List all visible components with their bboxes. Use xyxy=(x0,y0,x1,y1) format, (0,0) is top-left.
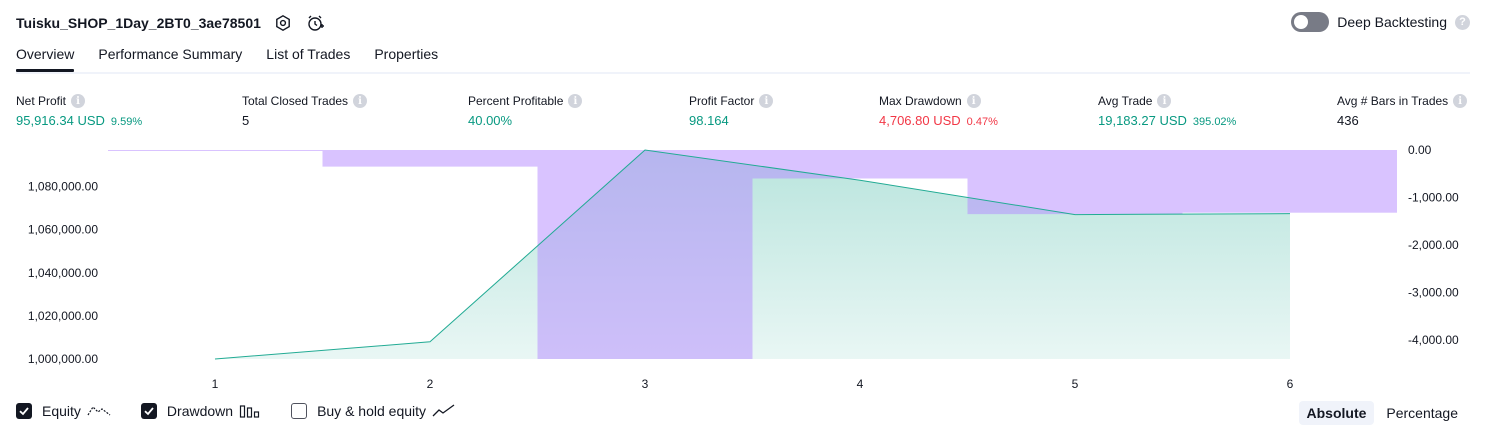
metric-label: Max Drawdown xyxy=(879,94,962,108)
drawdown-bar xyxy=(322,150,538,167)
info-icon[interactable]: i xyxy=(71,94,86,108)
info-icon[interactable]: i xyxy=(759,94,774,108)
metric-label: Avg # Bars in Trades xyxy=(1337,94,1449,108)
toggle-knob xyxy=(1294,15,1309,29)
y-left-tick-label: 1,060,000.00 xyxy=(28,223,98,237)
y-left-tick-label: 1,020,000.00 xyxy=(28,309,98,323)
legend-label: Equity xyxy=(42,403,81,419)
info-icon[interactable]: i xyxy=(966,94,981,108)
metric-value: 5 xyxy=(242,113,250,128)
metric-avg-bars: Avg # Bars in Trades i 436 xyxy=(1337,93,1468,128)
info-icon[interactable]: i xyxy=(568,94,583,108)
metric-label: Avg Trade xyxy=(1098,94,1153,108)
info-icon[interactable]: i xyxy=(353,94,368,108)
metric-value: 19,183.27 USD xyxy=(1098,113,1187,128)
metric-total-closed-trades: Total Closed Trades i 5 xyxy=(242,93,368,128)
deep-backtesting-toggle[interactable] xyxy=(1291,12,1330,32)
metric-profit-factor: Profit Factor i 98.164 xyxy=(689,93,774,128)
y-right-tick-label: 0.00 xyxy=(1408,143,1432,157)
strategy-title: Tuisku_SHOP_1Day_2BT0_3ae78501 xyxy=(16,15,261,31)
help-icon[interactable]: ? xyxy=(1455,14,1470,30)
legend-drawdown[interactable]: Drawdown xyxy=(140,403,261,419)
metric-value: 95,916.34 USD xyxy=(16,113,105,128)
metric-label: Profit Factor xyxy=(689,94,755,108)
metric-percent-profitable: Percent Profitable i 40.00% xyxy=(468,93,583,128)
tab-performance-summary[interactable]: Performance Summary xyxy=(98,46,242,70)
info-icon[interactable]: i xyxy=(1157,94,1172,108)
buy-hold-checkbox[interactable] xyxy=(291,403,308,419)
title-row: Tuisku_SHOP_1Day_2BT0_3ae78501 xyxy=(16,10,325,36)
deep-backtesting-control: Deep Backtesting ? xyxy=(1291,12,1470,32)
metric-percent: 9.59% xyxy=(110,116,143,128)
metric-label: Net Profit xyxy=(16,94,67,108)
alert-clock-icon[interactable] xyxy=(305,13,325,33)
legend-buy-hold[interactable]: Buy & hold equity xyxy=(291,403,456,419)
x-tick-label: 1 xyxy=(212,377,219,391)
metric-max-drawdown: Max Drawdown i 4,706.80 USD 0.47% xyxy=(879,93,998,128)
tab-overview[interactable]: Overview xyxy=(16,46,75,72)
tab-bar: Overview Performance Summary List of Tra… xyxy=(16,46,438,72)
y-left-tick-label: 1,080,000.00 xyxy=(28,180,98,194)
tab-list-of-trades[interactable]: List of Trades xyxy=(266,46,350,70)
legend-equity[interactable]: Equity xyxy=(16,403,111,419)
y-right-tick-label: -3,000.00 xyxy=(1408,286,1459,300)
y-right-tick-label: -4,000.00 xyxy=(1408,333,1459,347)
metric-percent: 0.47% xyxy=(966,116,998,128)
settings-icon[interactable] xyxy=(273,13,293,33)
deep-backtesting-label: Deep Backtesting xyxy=(1337,14,1447,30)
metric-avg-trade: Avg Trade i 19,183.27 USD 395.02% xyxy=(1098,93,1236,128)
equity-drawdown-chart[interactable]: 1,080,000.00 1,060,000.00 1,040,000.00 1,02… xyxy=(0,140,1486,398)
drawdown-bar xyxy=(108,150,323,151)
y-left-tick-label: 1,000,000.00 xyxy=(28,352,98,366)
drawdown-bar xyxy=(537,150,753,359)
metric-label: Total Closed Trades xyxy=(242,94,349,108)
drawdown-bars-icon xyxy=(239,403,261,419)
x-tick-label: 3 xyxy=(642,377,649,391)
equity-line-icon xyxy=(87,403,111,419)
x-tick-label: 6 xyxy=(1287,377,1294,391)
info-icon[interactable]: i xyxy=(1453,94,1468,108)
mode-absolute-button[interactable]: Absolute xyxy=(1298,401,1375,425)
drawdown-bar xyxy=(1182,150,1397,213)
metric-value: 98.164 xyxy=(689,113,729,128)
tab-properties[interactable]: Properties xyxy=(374,46,438,70)
equity-checkbox[interactable] xyxy=(16,403,32,419)
y-right-tick-label: -2,000.00 xyxy=(1408,238,1459,252)
buy-hold-line-icon xyxy=(432,403,456,419)
legend-label: Buy & hold equity xyxy=(317,403,427,419)
x-tick-label: 4 xyxy=(857,377,864,391)
metric-percent: 395.02% xyxy=(1192,116,1237,128)
metric-value: 4,706.80 USD xyxy=(879,113,961,128)
mode-percentage-button[interactable]: Percentage xyxy=(1378,401,1466,425)
metric-value: 40.00% xyxy=(468,113,513,128)
chart-legend: Equity Drawdown Buy & hold equity xyxy=(16,403,486,419)
y-left-tick-label: 1,040,000.00 xyxy=(28,266,98,280)
drawdown-checkbox[interactable] xyxy=(140,403,157,419)
scale-mode-switch: Absolute Percentage xyxy=(1298,401,1467,425)
metric-net-profit: Net Profit i 95,916.34 USD 9.59% xyxy=(16,93,142,128)
x-tick-label: 5 xyxy=(1072,377,1079,391)
drawdown-bar xyxy=(752,150,968,179)
tabs-divider xyxy=(16,72,1470,74)
metric-value: 436 xyxy=(1337,113,1359,128)
x-tick-label: 2 xyxy=(427,377,434,391)
legend-label: Drawdown xyxy=(166,403,234,419)
drawdown-bar xyxy=(967,150,1183,215)
y-right-tick-label: -1,000.00 xyxy=(1408,191,1459,205)
metric-label: Percent Profitable xyxy=(468,94,564,108)
